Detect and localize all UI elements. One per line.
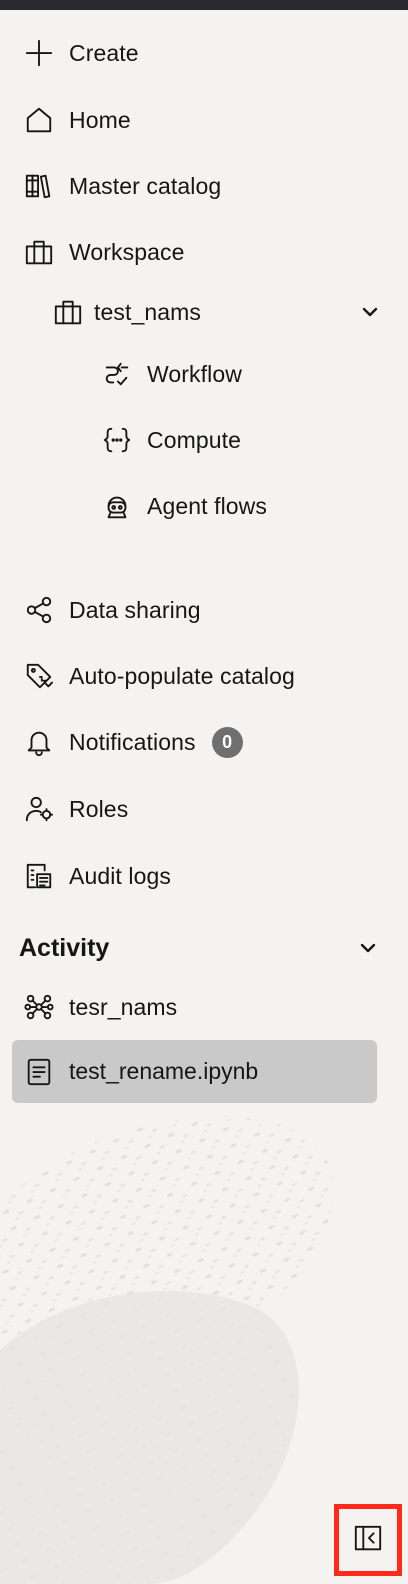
workspace-item-test-nams[interactable]: test_nams (0, 284, 408, 340)
share-icon (23, 594, 55, 626)
sidebar-item-home[interactable]: Home (0, 92, 408, 148)
roles-icon (23, 793, 55, 825)
nodes-icon (23, 991, 55, 1023)
sidebar-item-workspace[interactable]: Workspace (0, 224, 408, 280)
activity-item-label: test_rename.ipynb (69, 1058, 259, 1084)
chevron-down-icon[interactable] (358, 938, 378, 958)
workspace-icon (23, 236, 55, 268)
sidebar-item-label: Notifications (69, 728, 196, 755)
agent-icon (101, 490, 133, 522)
notification-count-badge: 0 (211, 726, 243, 758)
sidebar: Create Home Master catalog Workspace tes… (0, 10, 408, 1584)
bell-icon (23, 726, 55, 758)
plus-icon (23, 37, 55, 69)
sidebar-item-notifications[interactable]: Notifications 0 (0, 714, 408, 770)
sidebar-item-label: Auto-populate catalog (69, 662, 295, 689)
activity-item-tesr-nams[interactable]: tesr_nams (0, 979, 408, 1035)
activity-title: Activity (19, 933, 110, 962)
sidebar-item-label: Agent flows (147, 492, 267, 519)
sidebar-item-create[interactable]: Create (0, 25, 408, 81)
sidebar-item-compute[interactable]: Compute (0, 412, 408, 468)
sidebar-item-roles[interactable]: Roles (0, 781, 408, 837)
audit-icon (23, 860, 55, 892)
sidebar-item-label: Data sharing (69, 596, 201, 623)
sidebar-item-auto-populate-catalog[interactable]: Auto-populate catalog (0, 648, 408, 704)
activity-item-test-rename-ipynb[interactable]: test_rename.ipynb (12, 1040, 377, 1103)
sidebar-item-data-sharing[interactable]: Data sharing (0, 582, 408, 638)
sidebar-item-agent-flows[interactable]: Agent flows (0, 478, 408, 534)
window-top-bar (0, 0, 408, 10)
sidebar-item-label: Roles (69, 795, 129, 822)
compute-icon (101, 424, 133, 456)
notebook-icon (23, 1056, 55, 1088)
workspace-item-label: test_nams (94, 298, 202, 325)
chevron-down-icon[interactable] (360, 302, 380, 322)
tag-icon (23, 660, 55, 692)
sidebar-item-label: Home (69, 106, 131, 133)
sidebar-item-label: Master catalog (69, 172, 222, 199)
collapse-sidebar-button[interactable] (334, 1504, 402, 1576)
sidebar-item-workflow[interactable]: Workflow (0, 346, 408, 402)
catalog-icon (23, 170, 55, 202)
home-icon (23, 104, 55, 136)
sidebar-item-label: Workspace (69, 238, 185, 265)
sidebar-item-label: Compute (147, 426, 242, 453)
sidebar-item-master-catalog[interactable]: Master catalog (0, 158, 408, 214)
activity-item-label: tesr_nams (69, 993, 178, 1020)
workflow-icon (101, 358, 133, 390)
sidebar-item-audit-logs[interactable]: Audit logs (0, 848, 408, 904)
activity-section-header[interactable]: Activity (0, 918, 408, 978)
collapse-sidebar-icon (353, 1523, 383, 1558)
sidebar-item-label: Workflow (147, 360, 242, 387)
sidebar-item-label: Audit logs (69, 862, 172, 889)
workspace-icon (52, 296, 84, 328)
sidebar-item-label: Create (69, 39, 139, 66)
